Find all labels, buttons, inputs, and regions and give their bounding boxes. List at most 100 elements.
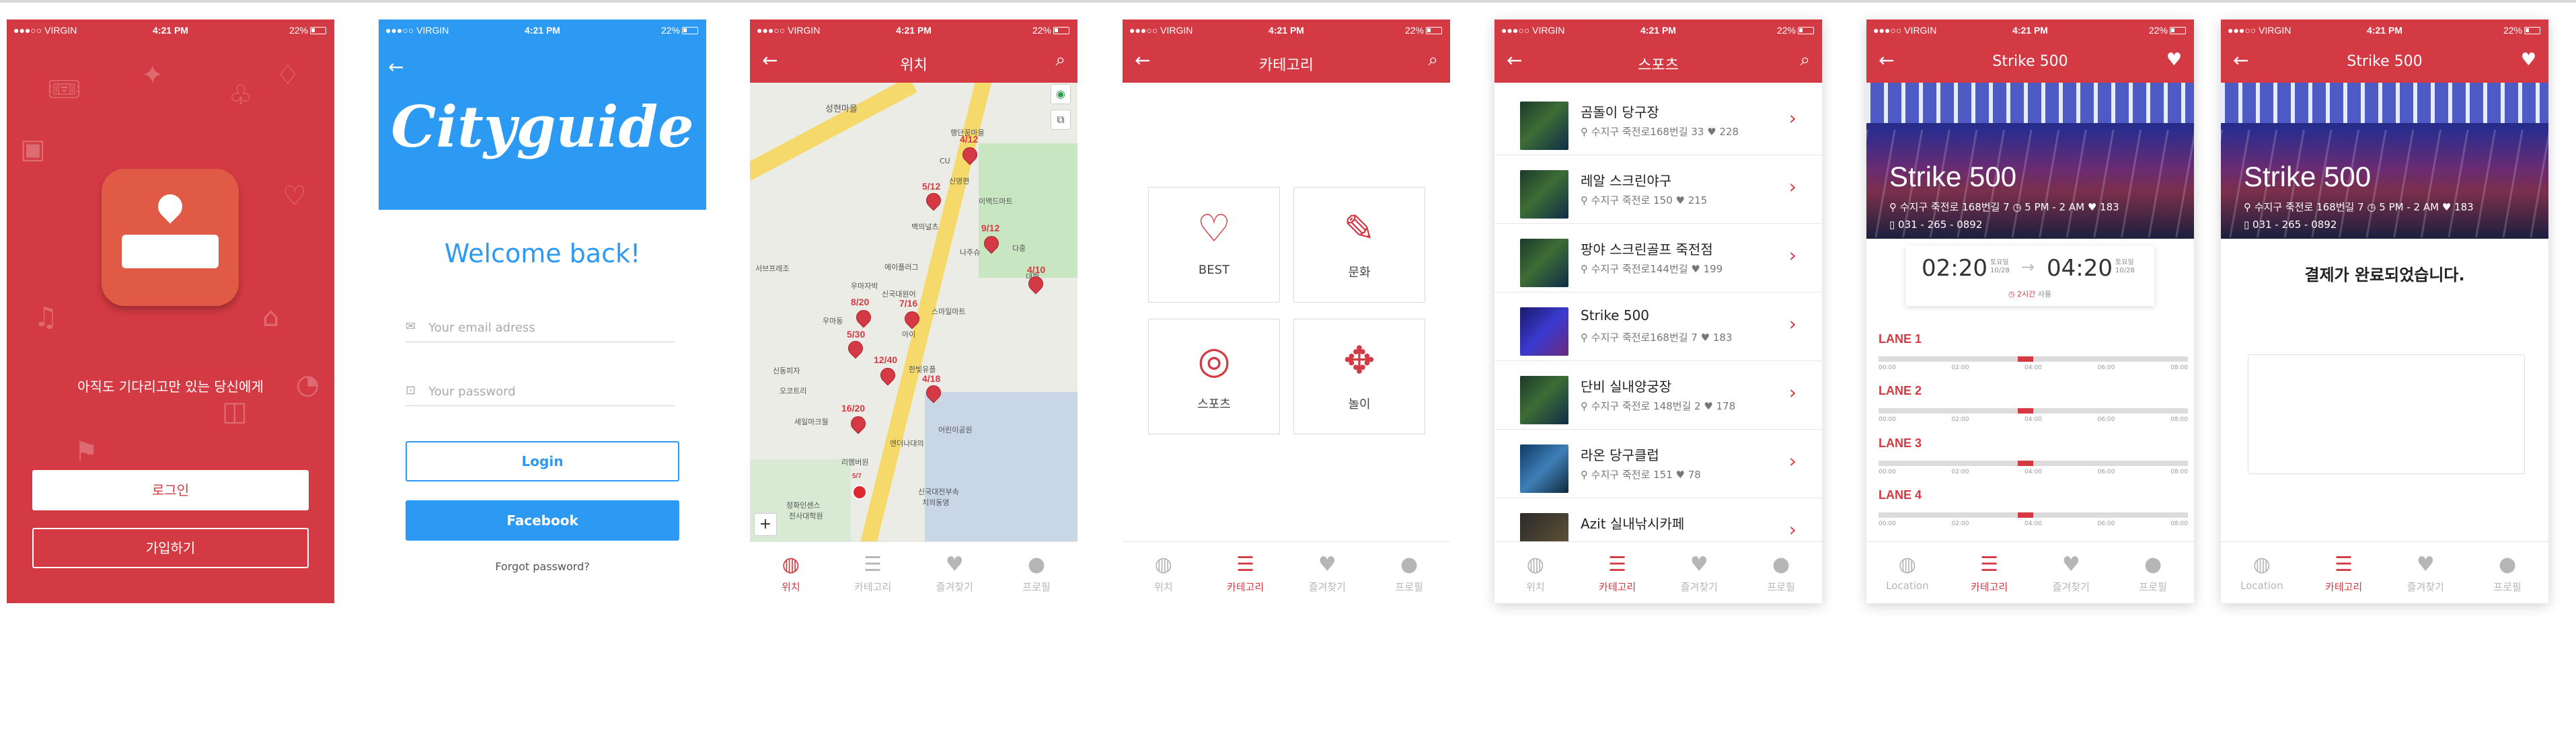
tab-category[interactable]: ☰ 카테고리 bbox=[1577, 554, 1659, 594]
back-arrow-icon[interactable]: ← bbox=[388, 56, 404, 78]
tab-profile[interactable]: ● 프로필 bbox=[1740, 554, 1822, 594]
venue-phone[interactable]: 031 - 265 - 0892 bbox=[2252, 219, 2337, 231]
tab-favorites[interactable]: ♥ 즐겨찾기 bbox=[2031, 554, 2113, 594]
map-pin[interactable] bbox=[926, 385, 941, 405]
favorite-heart-icon[interactable]: ♥ bbox=[2166, 50, 2182, 69]
tab-category[interactable]: ☰ 카테고리 bbox=[1948, 554, 2031, 594]
map-pin[interactable] bbox=[984, 236, 999, 256]
facebook-login-button[interactable]: Facebook bbox=[406, 500, 679, 541]
venue-likes: 199 bbox=[1703, 263, 1723, 275]
map-pin[interactable] bbox=[848, 341, 863, 361]
map-pin[interactable] bbox=[905, 311, 919, 332]
tab-favorites[interactable]: ♥ 즐겨찾기 bbox=[914, 554, 996, 594]
tab-label: 위치 bbox=[1526, 581, 1545, 593]
map-pin[interactable] bbox=[926, 193, 941, 213]
map-compass-button[interactable]: ◉ bbox=[1051, 84, 1071, 104]
map-view[interactable]: 성현마을 행단꿈마을 CU 신영편 이맥드마트 백의널츠 나주슈 다중 아이 스… bbox=[750, 83, 1077, 541]
lane-timeline[interactable] bbox=[1879, 512, 2188, 518]
back-arrow-icon[interactable]: ← bbox=[2233, 51, 2248, 70]
map-label: 신동피자 bbox=[773, 366, 800, 375]
lane-row[interactable]: LANE 1 00:00 02:00 04:00 06:00 08:00 bbox=[1879, 332, 2188, 379]
time-range-card[interactable]: 02:20 토요일 10/28 → 04:20 토요일 10/28 ◷ 2시간 … bbox=[1905, 245, 2154, 306]
search-icon[interactable]: ⌕ bbox=[1800, 50, 1810, 69]
login-submit-button[interactable]: Login bbox=[406, 441, 679, 481]
category-play[interactable]: ✥ 놀이 bbox=[1293, 319, 1425, 434]
tab-category[interactable]: ☰ 카테고리 bbox=[832, 554, 914, 594]
back-arrow-icon[interactable]: ← bbox=[762, 51, 778, 70]
heart-icon: ♥ bbox=[1688, 263, 1704, 275]
map-pin[interactable] bbox=[880, 368, 895, 388]
battery-percent: 22% bbox=[1032, 25, 1051, 36]
venue-hero-image: Strike 500 ⚲ 수지구 죽전로 168번길 7 ◷ 5 PM - 2 … bbox=[1866, 83, 2194, 239]
login-button[interactable]: 로그인 bbox=[32, 470, 309, 510]
pin-label: 5/7 bbox=[852, 473, 862, 480]
map-label: 다중 bbox=[1012, 244, 1026, 253]
tab-location[interactable]: ◍ Location bbox=[2221, 554, 2303, 592]
lane-row[interactable]: LANE 4 00:00 02:00 04:00 06:00 08:00 bbox=[1879, 488, 2188, 535]
tab-location[interactable]: ◍ 위치 bbox=[750, 554, 832, 594]
list-item[interactable]: Strike 500 ⚲ 수지구 죽전로168번길 7 ♥ 183 › bbox=[1494, 293, 1822, 361]
heart-icon: ♡ bbox=[282, 181, 307, 212]
tab-category[interactable]: ☰ 카테고리 bbox=[1205, 554, 1287, 594]
venue-phone[interactable]: 031 - 265 - 0892 bbox=[1898, 219, 1982, 231]
lane-timeline[interactable] bbox=[1879, 356, 2188, 362]
tab-location[interactable]: ◍ Location bbox=[1866, 554, 1948, 592]
category-culture[interactable]: ✎ 문화 bbox=[1293, 187, 1425, 303]
tab-favorites[interactable]: ♥ 즐겨찾기 bbox=[2385, 554, 2467, 594]
map-label: CU bbox=[940, 157, 950, 165]
tab-location[interactable]: ◍ 위치 bbox=[1494, 554, 1577, 594]
signup-button[interactable]: 가입하기 bbox=[32, 528, 309, 568]
menu-icon: ☰ bbox=[1608, 553, 1627, 576]
back-arrow-icon[interactable]: ← bbox=[1507, 51, 1522, 70]
email-field[interactable]: ✉ Your email adress bbox=[406, 315, 675, 342]
list-item[interactable]: 곰돌이 당구장 ⚲ 수지구 죽전로168번길 33 ♥ 228 › bbox=[1494, 87, 1822, 155]
lane-ticks: 00:00 02:00 04:00 06:00 08:00 bbox=[1879, 520, 2188, 527]
map-pin[interactable] bbox=[851, 416, 866, 436]
tab-location[interactable]: ◍ 위치 bbox=[1123, 554, 1205, 594]
list-item[interactable]: 팡야 스크린골프 죽전점 ⚲ 수지구 죽전로144번길 ♥ 199 › bbox=[1494, 224, 1822, 293]
back-arrow-icon[interactable]: ← bbox=[1135, 51, 1150, 70]
lane-timeline[interactable] bbox=[1879, 461, 2188, 466]
category-sports[interactable]: ◎ 스포츠 bbox=[1148, 319, 1280, 434]
search-icon[interactable]: ⌕ bbox=[1428, 50, 1438, 69]
tab-label: 위치 bbox=[782, 581, 800, 593]
tab-profile[interactable]: ● 프로필 bbox=[2112, 554, 2194, 594]
map-layers-button[interactable]: ⧉ bbox=[1051, 110, 1071, 130]
battery-indicator: 22% bbox=[2503, 25, 2540, 36]
chevron-right-icon: › bbox=[1788, 107, 1796, 129]
back-arrow-icon[interactable]: ← bbox=[1879, 51, 1894, 70]
tick-label: 02:00 bbox=[1951, 364, 1969, 371]
tab-profile[interactable]: ● 프로필 bbox=[995, 554, 1077, 594]
clock-icon: ◷ bbox=[2363, 201, 2380, 213]
zoom-in-button[interactable]: + bbox=[754, 513, 777, 536]
tab-category[interactable]: ☰ 카테고리 bbox=[2303, 554, 2385, 594]
category-best[interactable]: ♡ BEST bbox=[1148, 187, 1280, 303]
map-pin[interactable] bbox=[962, 147, 977, 167]
tab-profile[interactable]: ● 프로필 bbox=[1368, 554, 1450, 594]
tab-favorites[interactable]: ♥ 즐겨찾기 bbox=[1659, 554, 1741, 594]
list-item[interactable]: 단비 실내양궁장 ⚲ 수지구 죽전로 148번길 2 ♥ 178 › bbox=[1494, 361, 1822, 430]
current-location-dot bbox=[852, 485, 867, 500]
venue-name: 곰돌이 당구장 bbox=[1581, 104, 1659, 120]
lane-booking-segment bbox=[2018, 512, 2033, 518]
lane-row[interactable]: LANE 3 00:00 02:00 04:00 06:00 08:00 bbox=[1879, 436, 2188, 483]
search-icon[interactable]: ⌕ bbox=[1055, 50, 1065, 69]
venue-likes: 78 bbox=[1688, 469, 1701, 481]
tab-favorites[interactable]: ♥ 즐겨찾기 bbox=[1287, 554, 1369, 594]
lane-row[interactable]: LANE 2 00:00 02:00 04:00 06:00 08:00 bbox=[1879, 384, 2188, 431]
battery-percent: 22% bbox=[660, 25, 680, 36]
tab-profile[interactable]: ● 프로필 bbox=[2466, 554, 2548, 594]
password-field[interactable]: ⊡ Your password bbox=[406, 379, 675, 406]
battery-indicator: 22% bbox=[1032, 25, 1069, 36]
venue-thumbnail bbox=[1520, 444, 1568, 493]
forgot-password-link[interactable]: Forgot password? bbox=[379, 560, 706, 573]
map-pin[interactable] bbox=[1028, 276, 1043, 297]
music-icon: ♫ bbox=[34, 302, 58, 333]
map-pin[interactable] bbox=[856, 310, 871, 330]
lane-timeline[interactable] bbox=[1879, 408, 2188, 414]
list-item[interactable]: 레알 스크린야구 ⚲ 수지구 죽전로 150 ♥ 215 › bbox=[1494, 155, 1822, 224]
status-bar: ●●●○○ VIRGIN 4:21 PM 22% bbox=[7, 20, 334, 41]
favorite-heart-icon[interactable]: ♥ bbox=[2521, 50, 2536, 69]
tab-label: 즐겨찾기 bbox=[936, 581, 973, 593]
list-item[interactable]: 라온 당구클럽 ⚲ 수지구 죽전로 151 ♥ 78 › bbox=[1494, 430, 1822, 498]
